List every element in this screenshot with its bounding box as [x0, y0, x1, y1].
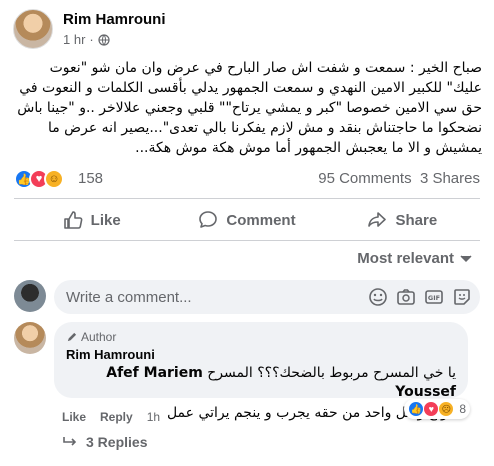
replies-label: 3 Replies [86, 434, 148, 450]
share-label: Share [395, 211, 438, 229]
author-badge: Author [66, 330, 456, 344]
comment-composer: GIF [14, 280, 480, 314]
camera-icon[interactable] [396, 287, 416, 307]
sticker-icon[interactable] [452, 287, 472, 307]
reaction-count[interactable]: 158 [78, 170, 103, 187]
composer-tools: GIF [368, 287, 472, 307]
chevron-down-icon [460, 254, 472, 262]
post-header: Rim Hamrouni 1 hr · [13, 9, 483, 53]
engagement-counts: 95 Comments 3 Shares [318, 170, 480, 187]
author-name[interactable]: Rim Hamrouni [63, 11, 166, 28]
like-reaction-icon: 👍 [408, 401, 425, 417]
comment-button[interactable]: Comment [169, 202, 324, 238]
comment-actions: Like Reply 1h [62, 410, 160, 424]
gif-icon[interactable]: GIF [424, 287, 444, 307]
comment-icon [199, 211, 218, 228]
comment-sort-dropdown[interactable]: Most relevant [357, 250, 472, 267]
thumbs-up-icon [63, 211, 83, 229]
reaction-icons[interactable]: 👍 ♥ ☺ [14, 169, 64, 189]
share-icon [368, 212, 387, 227]
comment-input-container[interactable]: GIF [54, 280, 480, 314]
comment-bubble: Author Rim Hamrouni يا خي المسرح مربوط ب… [54, 322, 468, 421]
comment-text-line1: يا خي المسرح مربوط بالضحك؟؟؟ المسرح [207, 365, 456, 381]
shares-count[interactable]: 3 Shares [420, 170, 480, 187]
comments-count[interactable]: 95 Comments [318, 170, 411, 187]
sort-label: Most relevant [357, 250, 454, 267]
commenter-name[interactable]: Rim Hamrouni [66, 347, 456, 362]
comment-input[interactable] [66, 288, 366, 306]
post-meta: 1 hr · [63, 32, 110, 47]
globe-icon [98, 33, 110, 46]
reply-arrow-icon [63, 437, 77, 446]
view-replies-button[interactable]: 3 Replies [62, 434, 147, 450]
pencil-icon [67, 332, 77, 341]
like-label: Like [90, 211, 121, 229]
comment-time[interactable]: 1h [147, 410, 160, 424]
comment-reply-button[interactable]: Reply [100, 410, 133, 424]
author-avatar[interactable] [13, 9, 53, 49]
comment-reactions[interactable]: 👍 ♥ ☹ 8 [404, 399, 470, 419]
comment-reaction-count: 8 [459, 402, 466, 416]
comment-like-button[interactable]: Like [62, 410, 86, 424]
share-button[interactable]: Share [325, 202, 480, 238]
author-badge-label: Author [81, 330, 117, 344]
svg-text:GIF: GIF [428, 294, 440, 302]
care-reaction-icon: ☺ [44, 169, 64, 189]
divider [14, 198, 480, 199]
post-time[interactable]: 1 hr [63, 32, 85, 47]
current-user-avatar[interactable] [14, 280, 46, 312]
comment-text: يا خي المسرح مربوط بالضحك؟؟؟ المسرح Afef… [66, 364, 456, 402]
reactions-summary: 👍 ♥ ☺ 158 95 Comments 3 Shares [14, 166, 482, 192]
commenter-avatar[interactable] [14, 322, 46, 354]
love-reaction-icon: ♥ [423, 401, 440, 417]
post-text: صباح الخير : سمعت و شفت اش صار البارح في… [17, 60, 482, 156]
post-action-bar: Like Comment Share [14, 202, 480, 238]
emoji-icon[interactable] [368, 287, 388, 307]
comment-label: Comment [226, 211, 296, 229]
like-button[interactable]: Like [14, 202, 169, 238]
sad-reaction-icon: ☹ [438, 401, 455, 417]
divider [14, 240, 480, 241]
